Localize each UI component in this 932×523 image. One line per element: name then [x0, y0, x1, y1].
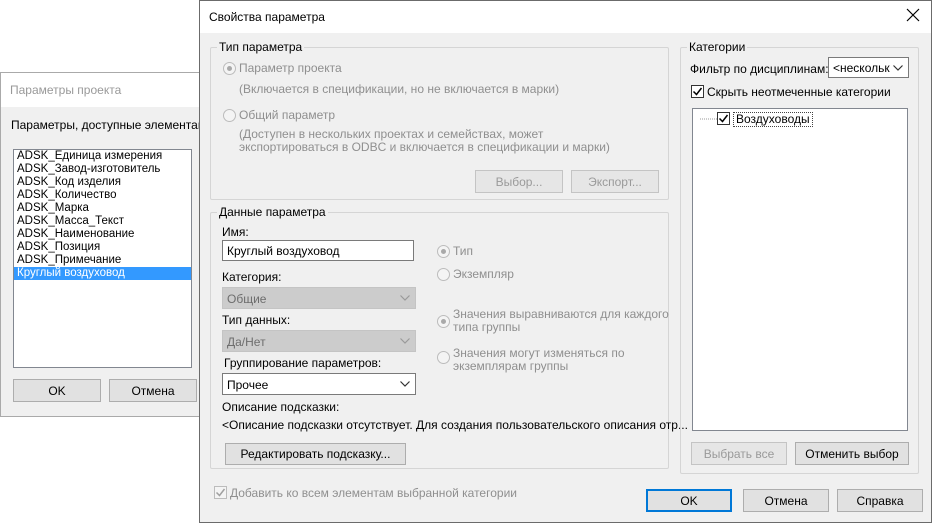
- grouping-select-value: Прочее: [227, 378, 269, 392]
- help-button[interactable]: Справка: [837, 489, 923, 512]
- list-item[interactable]: ADSK_Количество: [14, 189, 191, 202]
- check-icon: [692, 87, 703, 96]
- name-input[interactable]: Круглый воздуховод: [222, 240, 414, 261]
- name-label: Имя:: [222, 225, 249, 239]
- chevron-down-icon: [400, 295, 410, 301]
- type-radio[interactable]: [437, 245, 450, 258]
- title-bar: Свойства параметра: [200, 1, 931, 33]
- data-type-select-value: Да/Нет: [227, 335, 266, 349]
- shared-parameter-radio[interactable]: [223, 109, 236, 122]
- categories-tree[interactable]: Воздуховоды: [692, 108, 908, 431]
- select-all-button[interactable]: Выбрать все: [691, 442, 787, 465]
- type-label: Тип: [453, 244, 474, 258]
- tree-connector-icon: [700, 118, 718, 120]
- project-parameter-description: (Включается в спецификации, но не включа…: [239, 82, 560, 96]
- deselect-button[interactable]: Отменить выбор: [795, 442, 909, 465]
- list-item[interactable]: ADSK_Код изделия: [14, 176, 191, 189]
- tooltip-description-value: <Описание подсказки отсутствует. Для соз…: [222, 418, 688, 432]
- category-select[interactable]: Общие: [222, 287, 416, 309]
- parameter-data-group: Данные параметра Имя: Круглый воздуховод…: [210, 205, 688, 469]
- chevron-down-icon: [400, 381, 410, 387]
- discipline-filter-select[interactable]: <нескольк: [828, 57, 909, 78]
- tooltip-description-label: Описание подсказки:: [222, 400, 340, 414]
- list-item[interactable]: ADSK_Примечание: [14, 254, 191, 267]
- chevron-down-icon: [893, 65, 903, 71]
- add-to-all-elements-checkbox[interactable]: [214, 486, 227, 499]
- dialog-title: Свойства параметра: [209, 10, 325, 24]
- list-item[interactable]: ADSK_Наименование: [14, 228, 191, 241]
- cancel-button[interactable]: Отмена: [743, 489, 829, 512]
- category-select-value: Общие: [227, 292, 267, 306]
- list-item-selected[interactable]: Круглый воздуховод: [14, 267, 191, 280]
- hide-unchecked-checkbox[interactable]: [691, 85, 704, 98]
- list-item[interactable]: ADSK_Масса_Текст: [14, 215, 191, 228]
- list-item[interactable]: ADSK_Позиция: [14, 241, 191, 254]
- grouping-label: Группирование параметров:: [224, 356, 382, 370]
- data-type-select[interactable]: Да/Нет: [222, 330, 416, 352]
- parameters-list[interactable]: ADSK_Единица измерения ADSK_Завод-изгото…: [13, 149, 192, 368]
- discipline-filter-label: Фильтр по дисциплинам:: [690, 62, 829, 76]
- edit-tooltip-button[interactable]: Редактировать подсказку...: [225, 443, 406, 465]
- shared-parameter-label: Общий параметр: [239, 108, 336, 122]
- parameter-data-group-label: Данные параметра: [217, 205, 328, 219]
- chevron-down-icon: [400, 338, 410, 344]
- vary-by-group-instance-radio[interactable]: [437, 351, 450, 364]
- bg-cancel-button[interactable]: Отмена: [109, 379, 197, 402]
- category-checkbox[interactable]: [717, 112, 730, 125]
- parameter-type-group-label: Тип параметра: [217, 40, 305, 54]
- select-button[interactable]: Выбор...: [475, 170, 563, 193]
- ok-button[interactable]: OK: [646, 489, 732, 512]
- close-icon[interactable]: [905, 7, 921, 23]
- list-item[interactable]: ADSK_Единица измерения: [14, 150, 191, 163]
- check-icon: [718, 114, 729, 123]
- hide-unchecked-label: Скрыть неотмеченные категории: [707, 85, 891, 99]
- grouping-select[interactable]: Прочее: [222, 373, 416, 395]
- export-button[interactable]: Экспорт...: [571, 170, 659, 193]
- instance-radio[interactable]: [437, 268, 450, 281]
- shared-parameter-description-1: (Доступен в нескольких проектах и семейс…: [239, 127, 544, 141]
- project-parameters-dialog: Параметры проекта Параметры, доступные э…: [0, 72, 223, 417]
- instance-label: Экземпляр: [453, 267, 514, 281]
- list-item[interactable]: ADSK_Завод-изготовитель: [14, 163, 191, 176]
- categories-group-label: Категории: [687, 40, 748, 54]
- parameters-intro-text: Параметры, доступные элементам пр: [11, 118, 223, 132]
- tree-item[interactable]: Воздуховоды: [693, 109, 907, 129]
- vary-by-group-instance-label-2: экземплярам группы: [453, 359, 569, 373]
- parameter-type-group: Тип параметра Параметр проекта (Включает…: [210, 40, 669, 200]
- parameter-properties-dialog: Свойства параметра Тип параметра Парамет…: [199, 0, 932, 523]
- add-to-all-elements-label: Добавить ко всем элементам выбранной кат…: [230, 486, 517, 500]
- align-per-group-type-label-2: типа группы: [453, 320, 521, 334]
- list-item[interactable]: ADSK_Марка: [14, 202, 191, 215]
- data-type-label: Тип данных:: [222, 313, 291, 327]
- categories-group: Категории Фильтр по дисциплинам: <нескол…: [680, 40, 919, 474]
- category-label: Категория:: [222, 270, 282, 284]
- project-parameters-title: Параметры проекта: [1, 73, 204, 107]
- project-parameter-label: Параметр проекта: [239, 61, 342, 75]
- project-parameter-radio[interactable]: [223, 62, 236, 75]
- align-per-group-type-radio[interactable]: [437, 315, 450, 328]
- bg-ok-button[interactable]: OK: [13, 379, 101, 402]
- shared-parameter-description-2: экспортироваться в ODBC и включается в с…: [239, 140, 610, 154]
- align-per-group-type-label-1: Значения выравниваются для каждого: [453, 307, 669, 321]
- discipline-filter-value: <нескольк: [833, 61, 890, 75]
- check-icon: [215, 488, 226, 497]
- category-label: Воздуховоды: [733, 112, 813, 127]
- vary-by-group-instance-label-1: Значения могут изменяться по: [453, 346, 625, 360]
